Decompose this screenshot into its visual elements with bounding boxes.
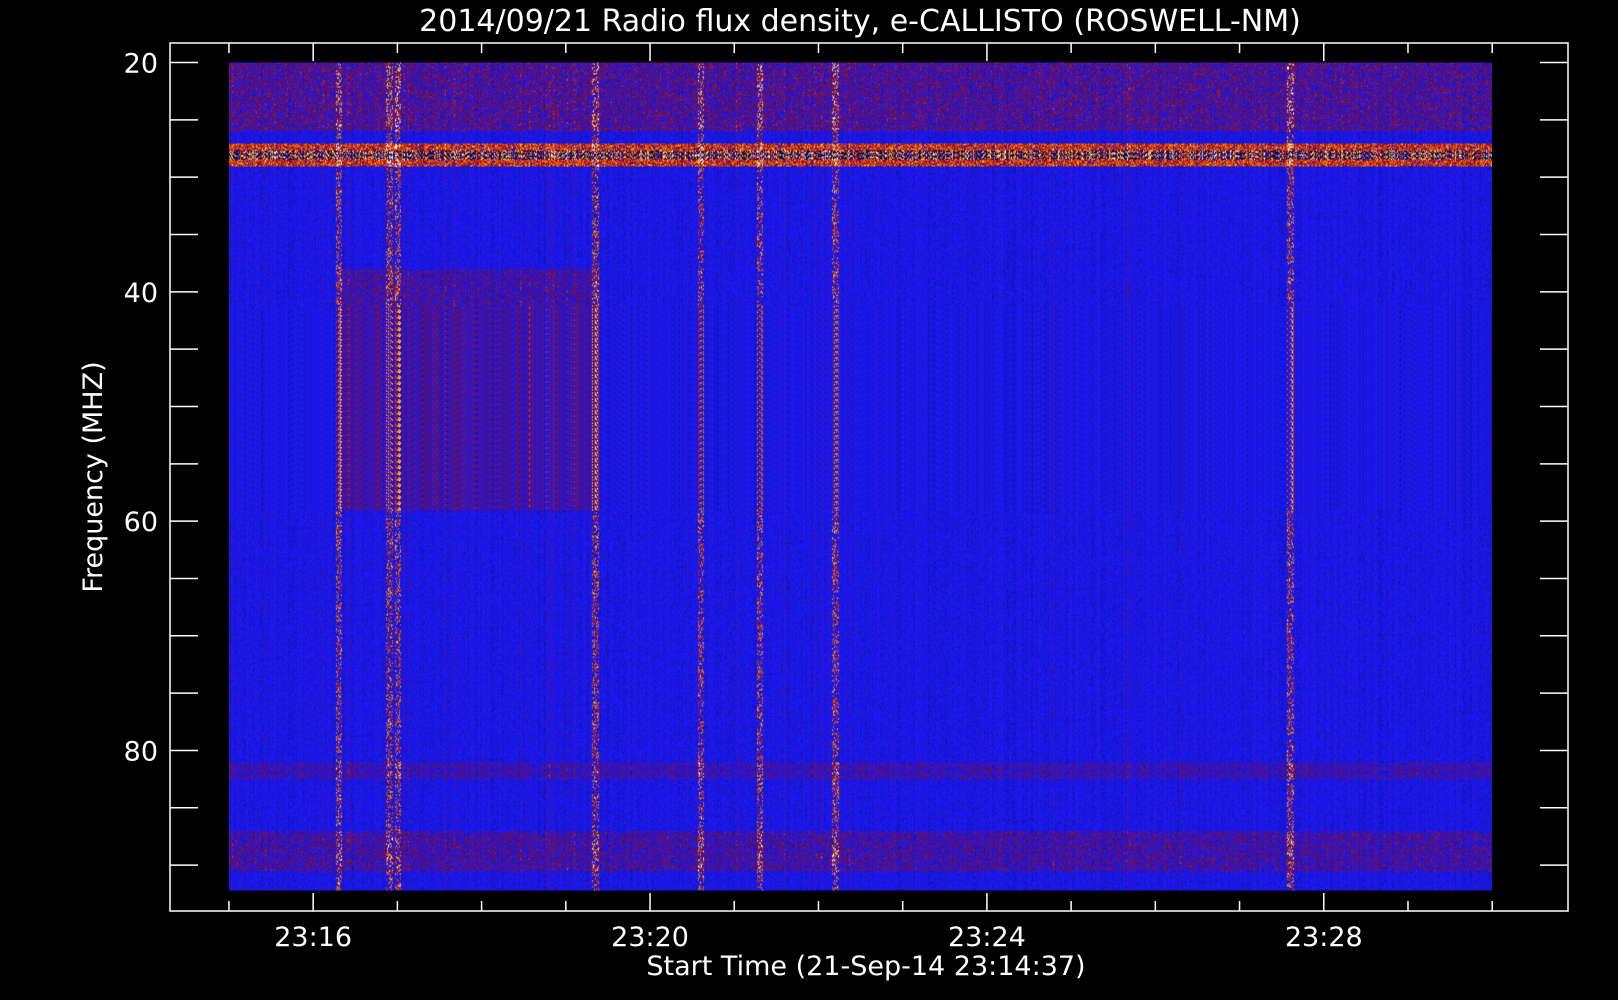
y-tick-label: 80 — [124, 736, 158, 767]
x-tick-label: 23:20 — [611, 922, 689, 953]
x-axis-label: Start Time (21-Sep-14 23:14:37) — [646, 951, 1085, 982]
spectrogram-chart: 2014/09/21 Radio flux density, e-CALLIST… — [0, 0, 1618, 1000]
x-tick-label: 23:28 — [1285, 922, 1363, 953]
y-tick-label: 60 — [124, 507, 158, 538]
y-axis-label: Frequency (MHZ) — [78, 361, 109, 592]
chart-title: 2014/09/21 Radio flux density, e-CALLIST… — [419, 4, 1301, 39]
x-tick-label: 23:16 — [274, 922, 352, 953]
y-tick-label: 40 — [124, 278, 158, 309]
spectrogram-image — [228, 62, 1492, 891]
x-tick-label: 23:24 — [948, 922, 1026, 953]
spectrogram-heatmap — [228, 62, 1492, 891]
y-tick-label: 20 — [124, 48, 158, 79]
